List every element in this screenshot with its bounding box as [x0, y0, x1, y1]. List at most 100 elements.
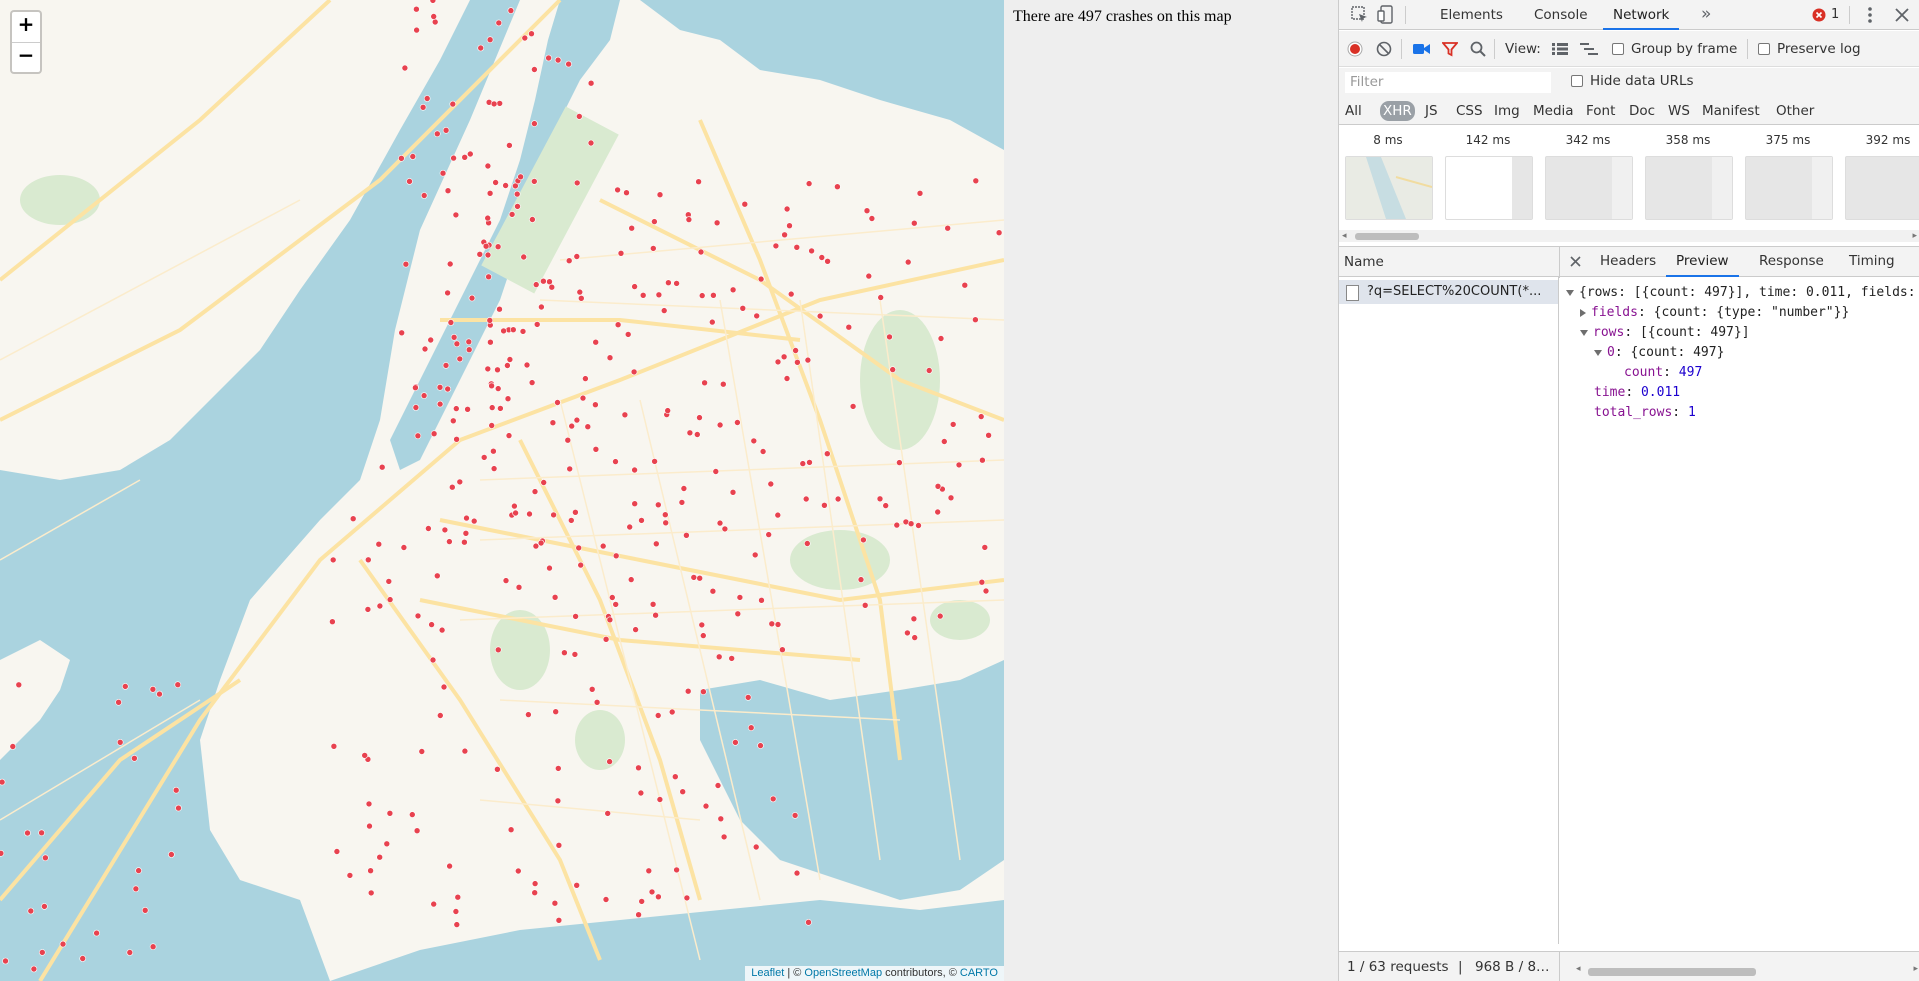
crash-marker[interactable] [651, 218, 658, 225]
crash-marker[interactable] [978, 578, 986, 586]
crash-marker[interactable] [551, 593, 559, 601]
crash-marker[interactable] [515, 583, 523, 591]
crash-marker[interactable] [904, 258, 912, 266]
crash-marker[interactable] [442, 127, 450, 134]
crash-marker[interactable] [412, 404, 420, 411]
chevron-double-right-icon[interactable]: » [1701, 4, 1711, 24]
crash-marker[interactable] [638, 517, 645, 524]
crash-map[interactable]: + − Leaflet | © OpenStreetMap contributo… [0, 0, 1004, 981]
crash-marker[interactable] [606, 354, 614, 362]
crash-marker[interactable] [606, 616, 614, 624]
crash-marker[interactable] [772, 242, 780, 250]
crash-marker[interactable] [614, 321, 622, 329]
crash-marker[interactable] [441, 526, 449, 534]
crash-marker[interactable] [752, 843, 760, 851]
crash-marker[interactable] [794, 358, 801, 366]
crash-marker[interactable] [566, 465, 574, 473]
crash-marker[interactable] [439, 169, 447, 177]
crash-marker[interactable] [406, 178, 413, 185]
crash-marker[interactable] [579, 394, 587, 402]
crash-marker[interactable] [700, 688, 707, 696]
crash-marker[interactable] [436, 383, 444, 391]
crash-marker[interactable] [537, 539, 545, 547]
crash-marker[interactable] [944, 224, 952, 232]
crash-marker[interactable] [573, 881, 581, 889]
crash-marker[interactable] [476, 251, 484, 258]
crash-marker[interactable] [436, 400, 444, 408]
crash-marker[interactable] [750, 437, 758, 445]
expand-triangle-icon[interactable] [1580, 308, 1586, 317]
crash-marker[interactable] [462, 529, 470, 537]
crash-marker[interactable] [365, 800, 373, 808]
type-filter-other[interactable]: Other [1773, 101, 1817, 121]
crash-marker[interactable] [729, 488, 737, 496]
crash-marker[interactable] [554, 399, 561, 406]
crash-marker[interactable] [699, 632, 707, 639]
crash-marker[interactable] [496, 100, 504, 107]
crash-marker[interactable] [349, 515, 357, 523]
type-filter-xhr[interactable]: XHR [1380, 101, 1415, 121]
crash-marker[interactable] [860, 536, 867, 544]
crash-marker[interactable] [561, 649, 568, 657]
type-filter-css[interactable]: CSS [1453, 101, 1486, 121]
crash-marker[interactable] [690, 574, 698, 581]
crash-marker[interactable] [530, 178, 538, 185]
crash-marker[interactable] [149, 943, 157, 951]
crash-marker[interactable] [774, 358, 782, 366]
crash-marker[interactable] [808, 247, 815, 255]
crash-marker[interactable] [449, 417, 457, 425]
crash-marker[interactable] [665, 279, 672, 287]
crash-marker[interactable] [554, 56, 562, 64]
crash-marker[interactable] [572, 508, 579, 516]
crash-marker[interactable] [972, 177, 980, 185]
crash-marker[interactable] [759, 448, 767, 455]
crash-marker[interactable] [174, 681, 182, 689]
crash-marker[interactable] [447, 319, 455, 326]
crash-marker[interactable] [787, 290, 795, 298]
crash-marker[interactable] [934, 482, 942, 490]
inspect-element-icon[interactable] [1351, 6, 1369, 24]
crash-marker[interactable] [577, 294, 585, 302]
crash-marker[interactable] [602, 896, 610, 903]
crash-marker[interactable] [709, 587, 717, 595]
crash-marker[interactable] [420, 192, 428, 199]
crash-marker[interactable] [655, 893, 662, 901]
crash-marker[interactable] [482, 242, 490, 250]
type-filter-js[interactable]: JS [1422, 101, 1441, 121]
crash-marker[interactable] [427, 336, 435, 344]
crash-marker[interactable] [803, 540, 811, 547]
crash-marker[interactable] [792, 347, 799, 354]
crash-marker[interactable] [734, 610, 742, 618]
crash-marker[interactable] [947, 494, 955, 502]
crash-marker[interactable] [936, 612, 944, 620]
crash-marker[interactable] [116, 738, 124, 746]
crash-marker[interactable] [494, 366, 501, 374]
name-column-header[interactable]: Name [1344, 254, 1384, 270]
crash-marker[interactable] [679, 788, 687, 796]
crash-marker[interactable] [568, 422, 576, 430]
crash-marker[interactable] [635, 764, 642, 772]
crash-marker[interactable] [456, 478, 464, 486]
crash-marker[interactable] [525, 711, 532, 718]
crash-marker[interactable] [765, 531, 773, 538]
crash-marker[interactable] [961, 281, 969, 289]
crash-marker[interactable] [27, 907, 35, 915]
crash-marker[interactable] [528, 30, 535, 38]
crash-marker[interactable] [401, 64, 409, 72]
crash-marker[interactable] [126, 949, 134, 956]
crash-marker[interactable] [446, 862, 453, 870]
crash-marker[interactable] [484, 251, 492, 259]
crash-marker[interactable] [446, 260, 454, 268]
osm-link[interactable]: OpenStreetMap [804, 967, 882, 979]
crash-marker[interactable] [453, 340, 461, 348]
crash-marker[interactable] [505, 432, 513, 439]
crash-marker[interactable] [408, 811, 416, 818]
crash-marker[interactable] [767, 480, 775, 488]
crash-marker[interactable] [645, 867, 653, 875]
crash-marker[interactable] [683, 894, 691, 902]
crash-marker[interactable] [420, 392, 428, 399]
crash-marker[interactable] [592, 445, 600, 453]
crash-marker[interactable] [484, 214, 492, 222]
crash-marker[interactable] [135, 867, 142, 874]
frames-scrollbar[interactable]: ◂ ▸ [1339, 230, 1919, 242]
